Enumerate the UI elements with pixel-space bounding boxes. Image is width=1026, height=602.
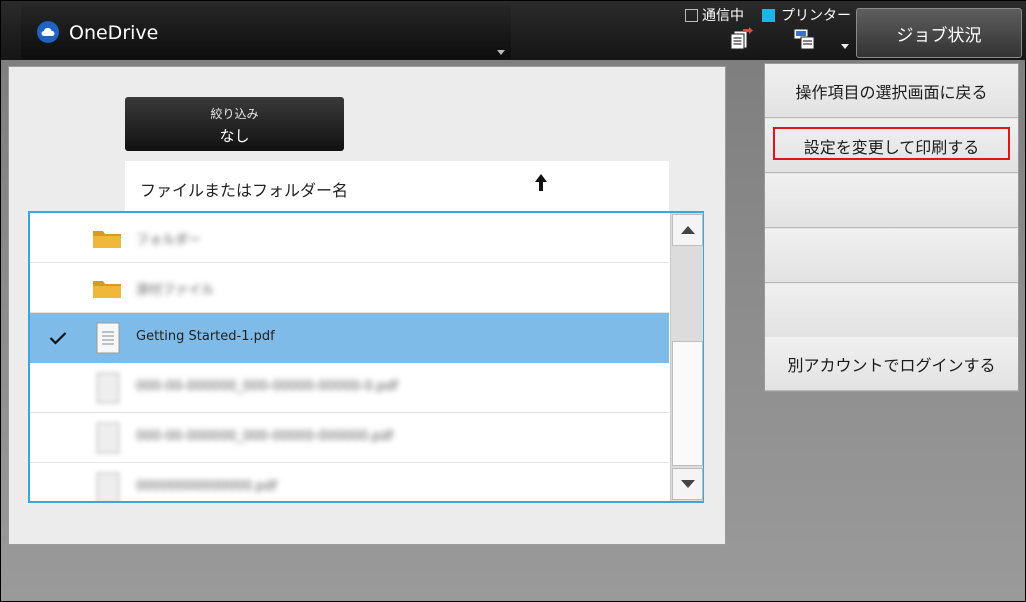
scroll-up-arrow-icon bbox=[680, 226, 695, 234]
scroll-thumb[interactable] bbox=[672, 341, 703, 466]
document-icon bbox=[96, 422, 120, 454]
scroll-down-arrow-icon bbox=[680, 480, 695, 488]
column-header-label: ファイルまたはフォルダー名 bbox=[140, 181, 349, 200]
document-icon bbox=[96, 472, 120, 501]
dropdown-arrow-icon bbox=[497, 50, 505, 55]
document-icon bbox=[96, 322, 120, 354]
list-item-file[interactable]: 000-00-000000_000-00000-000000.pdf bbox=[30, 413, 669, 463]
scroll-down-button[interactable] bbox=[672, 468, 703, 500]
printer-status-label: プリンター bbox=[781, 8, 851, 24]
menu-empty-slot-2 bbox=[765, 229, 1018, 283]
filter-button[interactable]: 絞り込み なし bbox=[125, 97, 344, 151]
list-item-file[interactable]: 000-00-000000_000-00000-00000-0.pdf bbox=[30, 363, 669, 413]
app-title: OneDrive bbox=[69, 22, 159, 44]
file-list-rows: フォルダー 添付ファイル Getting Started-1.pdf 000-0… bbox=[30, 213, 669, 501]
comm-status: 通信中 bbox=[685, 5, 744, 25]
filter-label: 絞り込み bbox=[210, 107, 259, 121]
list-item-label: 000-00-000000_000-00000-000000.pdf bbox=[136, 429, 394, 444]
app-title-selector[interactable]: OneDrive bbox=[21, 5, 511, 59]
scroll-up-button[interactable] bbox=[672, 214, 703, 246]
list-item-file[interactable]: 00000000000000.pdf bbox=[30, 463, 669, 501]
onedrive-cloud-icon bbox=[37, 21, 59, 43]
list-item-label: Getting Started-1.pdf bbox=[136, 329, 275, 344]
comm-status-indicator-icon bbox=[685, 8, 698, 22]
list-column-header[interactable]: ファイルまたはフォルダー名 bbox=[125, 161, 669, 211]
file-browser-panel: 絞り込み なし ファイルまたはフォルダー名 フォルダー 添付ファイル Getti… bbox=[8, 66, 726, 545]
list-scrollbar[interactable] bbox=[670, 213, 703, 501]
printer-menu-arrow-icon[interactable] bbox=[841, 44, 849, 49]
comm-status-label: 通信中 bbox=[702, 8, 744, 24]
filter-value: なし bbox=[219, 127, 250, 145]
file-list: フォルダー 添付ファイル Getting Started-1.pdf 000-0… bbox=[28, 211, 704, 503]
printer-status: プリンター bbox=[762, 5, 851, 25]
folder-icon bbox=[93, 281, 121, 298]
list-item-folder[interactable]: フォルダー bbox=[30, 213, 669, 263]
printer-status-indicator-icon bbox=[762, 8, 775, 22]
job-status-button[interactable]: ジョブ状況 bbox=[856, 8, 1022, 58]
list-item-label: 添付ファイル bbox=[136, 283, 215, 298]
document-icon bbox=[96, 372, 120, 404]
top-bar: OneDrive 通信中 プリンター ジョブ状況 bbox=[1, 1, 1026, 60]
sort-ascending-arrow-icon[interactable] bbox=[533, 172, 549, 194]
change-settings-and-print-button[interactable]: 設定を変更して印刷する bbox=[765, 119, 1018, 173]
check-icon bbox=[49, 332, 67, 345]
menu-empty-slot-3 bbox=[765, 284, 1018, 338]
list-item-label: フォルダー bbox=[136, 233, 202, 248]
printer-icon[interactable] bbox=[791, 25, 817, 51]
list-item-folder[interactable]: 添付ファイル bbox=[30, 263, 669, 313]
menu-empty-slot-1 bbox=[765, 174, 1018, 228]
back-to-operation-select-button[interactable]: 操作項目の選択画面に戻る bbox=[765, 64, 1018, 118]
list-item-label: 000-00-000000_000-00000-00000-0.pdf bbox=[136, 379, 398, 394]
list-item-file-selected[interactable]: Getting Started-1.pdf bbox=[30, 313, 669, 363]
login-other-account-button[interactable]: 別アカウントでログインする bbox=[765, 337, 1018, 391]
list-item-label: 00000000000000.pdf bbox=[136, 479, 278, 494]
document-send-icon[interactable] bbox=[728, 25, 754, 51]
folder-icon bbox=[93, 231, 121, 248]
action-menu: 操作項目の選択画面に戻る 設定を変更して印刷する 別アカウントでログインする bbox=[764, 63, 1019, 392]
